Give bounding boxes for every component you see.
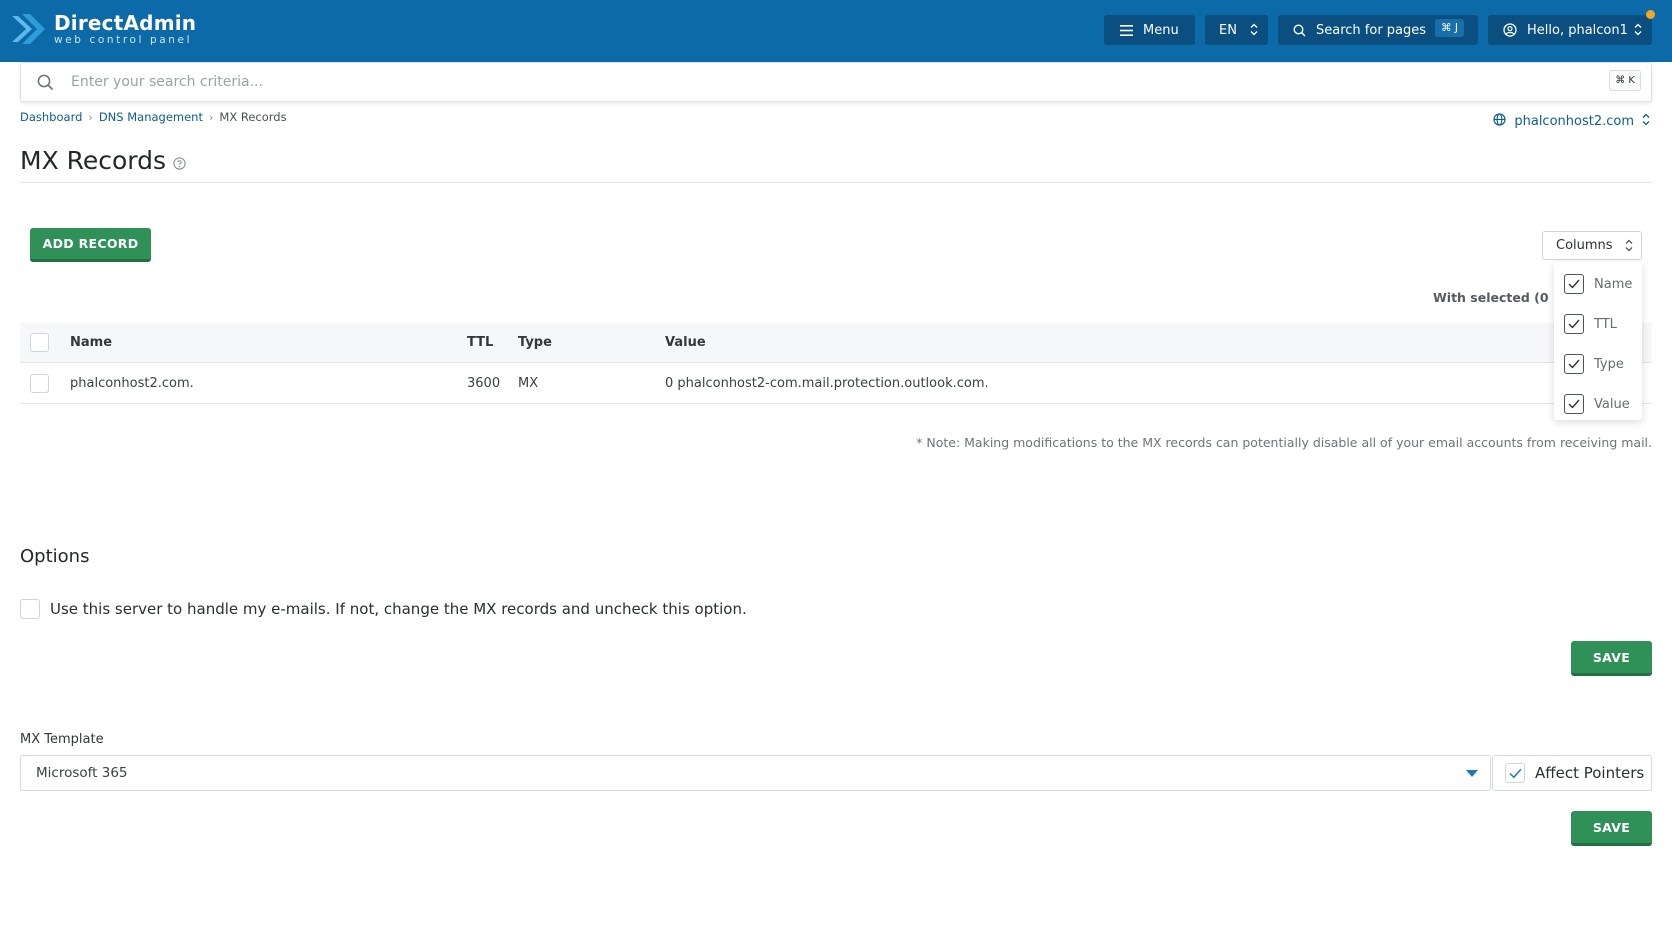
column-header-name[interactable]: Name xyxy=(70,323,112,362)
columns-button[interactable]: Columns xyxy=(1542,231,1642,260)
column-toggle-label: Type xyxy=(1594,356,1624,372)
checkbox-checked-icon xyxy=(1564,274,1584,294)
user-greeting: Hello, phalcon1 xyxy=(1527,22,1628,38)
menu-label: Menu xyxy=(1143,22,1179,38)
record-name: phalconhost2.com. xyxy=(70,375,194,391)
brand-title: DirectAdmin xyxy=(54,11,197,35)
column-toggle-label: Name xyxy=(1594,276,1633,292)
breadcrumb-dns-management[interactable]: DNS Management xyxy=(99,110,203,124)
chevron-right-icon: › xyxy=(88,110,93,124)
search-pages-shortcut: ⌘ J xyxy=(1435,19,1464,37)
column-toggle-name[interactable]: Name xyxy=(1564,272,1632,296)
page-title-text: MX Records xyxy=(20,145,167,175)
use-server-label: Use this server to handle my e-mails. If… xyxy=(50,600,747,618)
global-search-input[interactable] xyxy=(71,69,1571,95)
search-pages-button[interactable]: Search for pages ⌘ J xyxy=(1278,15,1478,45)
global-search-shortcut: ⌘ K xyxy=(1609,70,1641,91)
language-label: EN xyxy=(1219,22,1237,38)
breadcrumb-mx-records: MX Records xyxy=(219,110,287,124)
select-all-checkbox-cell xyxy=(30,323,49,362)
notification-dot xyxy=(1646,10,1655,19)
options-save-button[interactable]: SAVE xyxy=(1571,641,1652,676)
columns-label: Columns xyxy=(1556,238,1613,253)
user-menu-button[interactable]: Hello, phalcon1 xyxy=(1488,15,1652,45)
title-divider xyxy=(20,182,1652,183)
help-icon[interactable] xyxy=(173,147,186,176)
column-toggle-ttl[interactable]: TTL xyxy=(1564,312,1617,336)
checkbox-checked-icon xyxy=(1564,394,1584,414)
add-record-button[interactable]: ADD RECORD xyxy=(30,228,151,262)
checkbox-checked-icon xyxy=(1564,354,1584,374)
column-toggle-value[interactable]: Value xyxy=(1564,392,1630,416)
chevron-updown-icon xyxy=(1625,239,1633,256)
directadmin-logo[interactable]: DirectAdmin web control panel xyxy=(10,10,196,48)
column-toggle-label: Value xyxy=(1594,396,1630,412)
mx-template-save-button[interactable]: SAVE xyxy=(1571,811,1652,846)
caret-down-icon xyxy=(1466,770,1478,777)
breadcrumb-dashboard[interactable]: Dashboard xyxy=(20,110,82,124)
record-value: 0 phalconhost2-com.mail.protection.outlo… xyxy=(665,375,989,391)
record-ttl: 3600 xyxy=(467,375,501,391)
column-header-value[interactable]: Value xyxy=(665,323,706,362)
column-header-type[interactable]: Type xyxy=(518,323,552,362)
logo-mark-icon xyxy=(10,10,46,48)
language-selector[interactable]: EN xyxy=(1205,15,1268,45)
affect-pointers-label: Affect Pointers xyxy=(1535,764,1645,782)
mx-template-label: MX Template xyxy=(20,732,104,747)
mx-note: * Note: Making modifications to the MX r… xyxy=(916,435,1652,450)
search-pages-label: Search for pages xyxy=(1316,22,1427,38)
top-navigation-bar: DirectAdmin web control panel Menu EN Se… xyxy=(0,0,1672,62)
column-header-ttl[interactable]: TTL xyxy=(467,323,493,362)
chevron-right-icon: › xyxy=(208,110,214,124)
row-checkbox[interactable] xyxy=(30,373,49,393)
search-icon xyxy=(1293,23,1306,37)
chevron-updown-icon xyxy=(1634,23,1642,36)
record-type: MX xyxy=(518,375,539,391)
user-circle-icon xyxy=(1503,23,1517,37)
checkbox-checked-icon[interactable] xyxy=(1505,763,1525,783)
row-checkbox-cell xyxy=(30,363,49,403)
globe-icon xyxy=(1493,113,1506,130)
chevron-updown-icon xyxy=(1642,113,1650,130)
breadcrumb: Dashboard › DNS Management › MX Records xyxy=(20,110,287,124)
hamburger-icon xyxy=(1120,24,1133,36)
column-toggle-type[interactable]: Type xyxy=(1564,352,1624,376)
table-row: phalconhost2.com. 3600 MX 0 phalconhost2… xyxy=(20,363,1652,404)
use-server-option[interactable]: Use this server to handle my e-mails. If… xyxy=(20,599,747,619)
affect-pointers-toggle[interactable]: Affect Pointers xyxy=(1492,755,1652,791)
menu-button[interactable]: Menu xyxy=(1104,15,1195,45)
domain-selector-value: phalconhost2.com xyxy=(1514,114,1634,129)
global-search-bar: ⌘ K xyxy=(20,62,1652,102)
search-icon xyxy=(37,74,54,95)
options-heading: Options xyxy=(20,546,90,567)
chevron-updown-icon xyxy=(1250,23,1258,36)
mx-template-value: Microsoft 365 xyxy=(36,765,128,781)
checkbox-checked-icon xyxy=(1564,314,1584,334)
domain-selector[interactable]: phalconhost2.com xyxy=(1493,113,1650,130)
mx-template-select[interactable]: Microsoft 365 xyxy=(20,755,1491,791)
page-title: MX Records xyxy=(20,144,186,176)
table-header-row: Name TTL Type Value xyxy=(20,323,1652,363)
select-all-checkbox[interactable] xyxy=(30,333,49,352)
with-selected-menu[interactable]: With selected (0 / 1) xyxy=(1433,290,1552,305)
use-server-checkbox[interactable] xyxy=(20,599,40,619)
brand-subtitle: web control panel xyxy=(54,34,193,46)
column-toggle-label: TTL xyxy=(1594,316,1617,332)
columns-dropdown: Name TTL Type Value xyxy=(1554,262,1642,420)
